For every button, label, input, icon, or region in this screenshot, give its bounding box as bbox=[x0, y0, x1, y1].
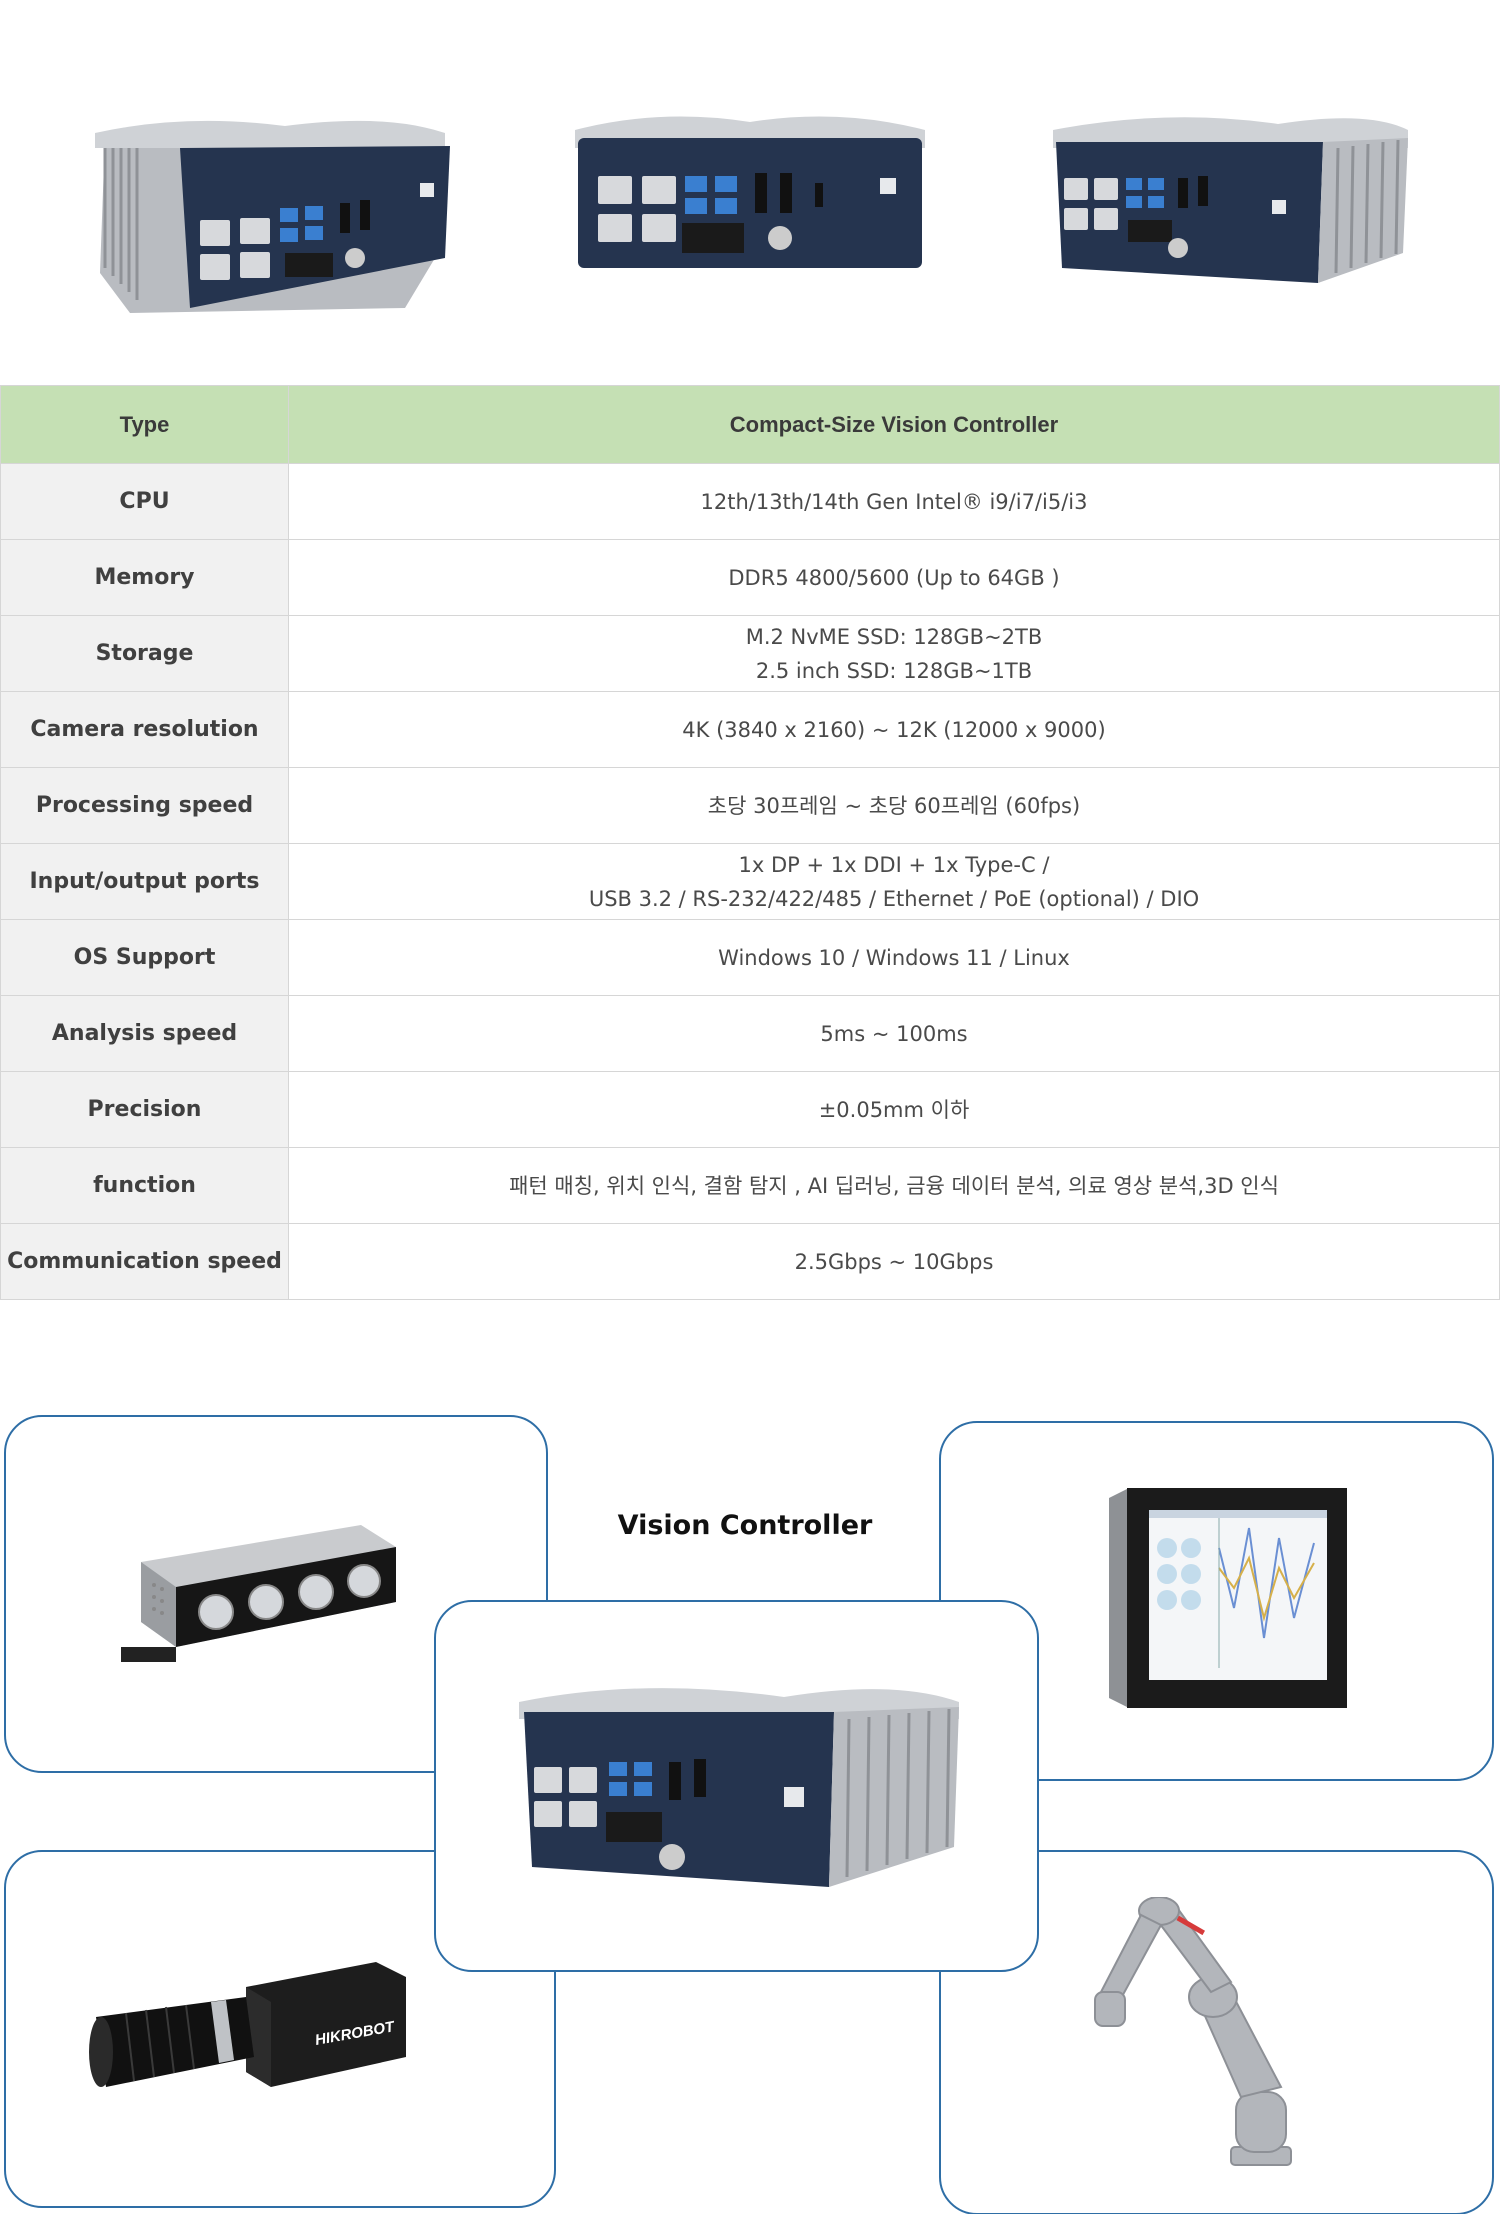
spec-row: Storage M.2 NvME SSD: 128GB~2TB 2.5 inch S… bbox=[0, 615, 1500, 692]
spec-row: function 패턴 매칭, 위치 인식, 결함 탐지 , AI 딥러닝, 금융… bbox=[0, 1147, 1500, 1224]
spec-value-line: Windows 10 / Windows 11 / Linux bbox=[718, 945, 1070, 970]
spec-value: Windows 10 / Windows 11 / Linux bbox=[288, 919, 1500, 996]
spec-value-line: 2.5Gbps ~ 10Gbps bbox=[794, 1249, 994, 1274]
spec-value-line: 5ms ~ 100ms bbox=[820, 1021, 968, 1046]
vision-controller-image bbox=[519, 1688, 959, 1887]
spec-row: OS Support Windows 10 / Windows 11 / Linu… bbox=[0, 919, 1500, 996]
spec-value-line: 패턴 매칭, 위치 인식, 결함 탐지 , AI 딥러닝, 금융 데이터 분석,… bbox=[509, 1173, 1279, 1198]
spec-table: Type Compact-Size Vision Controller CPU 1… bbox=[0, 385, 1500, 1300]
spec-value-line: DDR5 4800/5600 (Up to 64GB ) bbox=[728, 565, 1060, 590]
spec-value-line: USB 3.2 / RS-232/422/485 / Ethernet / Po… bbox=[588, 886, 1200, 911]
spec-label: Input/output ports bbox=[0, 843, 289, 920]
spec-row: Input/output ports 1x DP + 1x DDI + 1x Ty… bbox=[0, 843, 1500, 920]
spec-row: Processing speed 초당 30프레임 ~ 초당 60프레임 (60f… bbox=[0, 767, 1500, 844]
spec-label: function bbox=[0, 1147, 289, 1224]
spec-value-line: 2.5 inch SSD: 128GB~1TB bbox=[755, 658, 1033, 683]
spec-value: 초당 30프레임 ~ 초당 60프레임 (60fps) bbox=[288, 767, 1500, 844]
spec-label: CPU bbox=[0, 463, 289, 540]
spec-value: ±0.05mm 이하 bbox=[288, 1071, 1500, 1148]
product-photo-right-angle bbox=[1048, 108, 1418, 298]
industrial-camera-image: HIKROBOT bbox=[89, 1962, 406, 2087]
spec-row: Analysis speed 5ms ~ 100ms bbox=[0, 995, 1500, 1072]
spec-label: Memory bbox=[0, 539, 289, 616]
spec-label: Storage bbox=[0, 615, 289, 692]
spec-label: Analysis speed bbox=[0, 995, 289, 1072]
spec-value: 12th/13th/14th Gen Intel® i9/i7/i5/i3 bbox=[288, 463, 1500, 540]
spec-header-value: Compact-Size Vision Controller bbox=[288, 385, 1500, 464]
led-light-image bbox=[121, 1525, 396, 1662]
spec-value-line: M.2 NvME SSD: 128GB~2TB bbox=[745, 624, 1043, 649]
spec-label: Camera resolution bbox=[0, 691, 289, 768]
spec-value-line: 초당 30프레임 ~ 초당 60프레임 (60fps) bbox=[707, 793, 1081, 818]
spec-row: CPU 12th/13th/14th Gen Intel® i9/i7/i5/i3 bbox=[0, 463, 1500, 540]
spec-row: Memory DDR5 4800/5600 (Up to 64GB ) bbox=[0, 539, 1500, 616]
spec-value-line: 12th/13th/14th Gen Intel® i9/i7/i5/i3 bbox=[700, 489, 1088, 514]
spec-value: DDR5 4800/5600 (Up to 64GB ) bbox=[288, 539, 1500, 616]
spec-value: 패턴 매칭, 위치 인식, 결함 탐지 , AI 딥러닝, 금융 데이터 분석,… bbox=[288, 1147, 1500, 1224]
spec-row: Camera resolution 4K (3840 x 2160) ~ 12K … bbox=[0, 691, 1500, 768]
diagram-title: Vision Controller bbox=[617, 1510, 873, 1541]
spec-label: Precision bbox=[0, 1071, 289, 1148]
spec-row: Communication speed 2.5Gbps ~ 10Gbps bbox=[0, 1223, 1500, 1300]
spec-label: Communication speed bbox=[0, 1223, 289, 1300]
spec-value-line: 4K (3840 x 2160) ~ 12K (12000 x 9000) bbox=[682, 717, 1106, 742]
spec-value: 5ms ~ 100ms bbox=[288, 995, 1500, 1072]
spec-value: 4K (3840 x 2160) ~ 12K (12000 x 9000) bbox=[288, 691, 1500, 768]
spec-header-label: Type bbox=[0, 385, 289, 464]
product-photo-front bbox=[570, 108, 930, 273]
spec-value-line: 1x DP + 1x DDI + 1x Type-C / bbox=[738, 852, 1050, 877]
spec-value-line: ±0.05mm 이하 bbox=[818, 1097, 970, 1122]
industrial-panel-pc-image bbox=[1109, 1488, 1347, 1708]
collaborative-robot-arm-image bbox=[1094, 1897, 1292, 2166]
spec-row: Precision ±0.05mm 이하 bbox=[0, 1071, 1500, 1148]
product-photo-left-angle bbox=[85, 108, 455, 328]
spec-label: OS Support bbox=[0, 919, 289, 996]
spec-value: 1x DP + 1x DDI + 1x Type-C / USB 3.2 / RS… bbox=[288, 843, 1500, 920]
spec-value: 2.5Gbps ~ 10Gbps bbox=[288, 1223, 1500, 1300]
spec-value: M.2 NvME SSD: 128GB~2TB 2.5 inch SSD: 128… bbox=[288, 615, 1500, 692]
vision-controller-box bbox=[434, 1600, 1039, 1972]
spec-header-row: Type Compact-Size Vision Controller bbox=[0, 385, 1500, 464]
spec-label: Processing speed bbox=[0, 767, 289, 844]
